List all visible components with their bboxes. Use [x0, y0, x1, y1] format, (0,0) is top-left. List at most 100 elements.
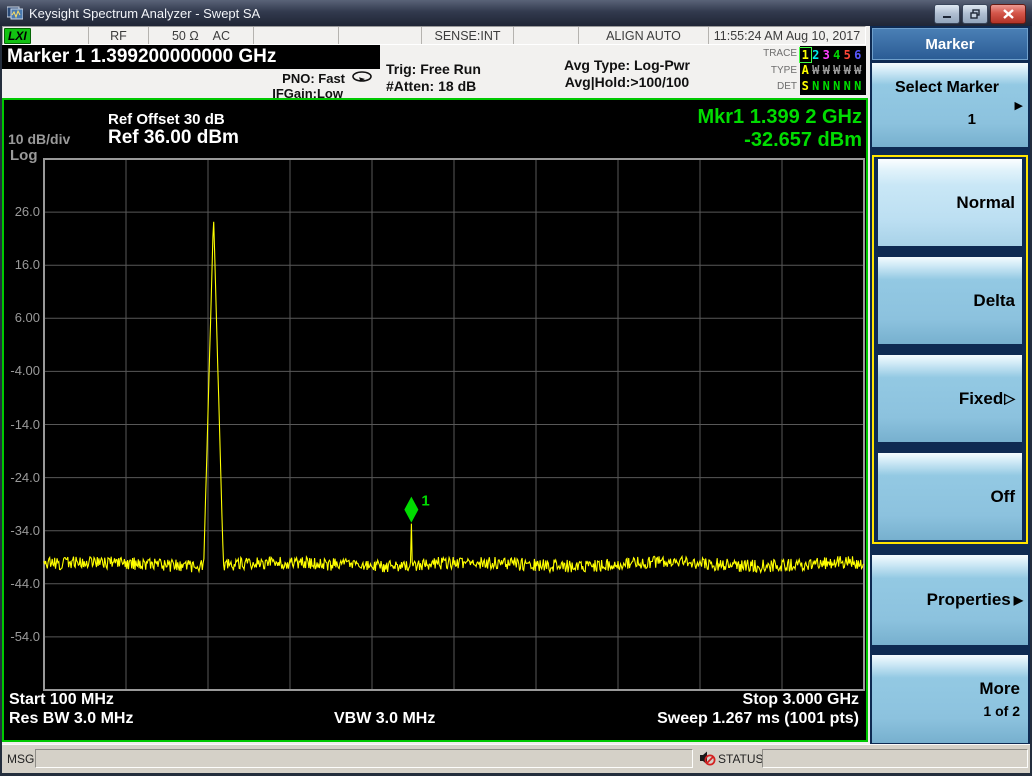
type-row-label: TYPE: [770, 64, 797, 76]
y-axis-tick-label: 26.0: [14, 204, 40, 220]
pno-block: PNO: Fast IFGain:Low: [142, 70, 374, 101]
trace-5-detector: N: [843, 79, 851, 94]
delta-label: Delta: [973, 290, 1015, 310]
sweep-time-annotation: Sweep 1.267 ms (1001 pts): [657, 710, 859, 727]
title-bar: Keysight Spectrum Analyzer - Swept SA: [0, 0, 1032, 26]
select-marker-value: 1: [967, 111, 976, 128]
normal-label: Normal: [956, 192, 1015, 212]
softkey-menu-title: Marker: [872, 28, 1028, 60]
trace-1-detector: S: [801, 79, 809, 94]
trace-6-detector: N: [854, 79, 862, 94]
open-submenu-arrow-icon: ▷: [1004, 390, 1015, 406]
rf-indicator: RF: [89, 27, 149, 44]
off-label: Off: [990, 486, 1015, 506]
status-field: [762, 749, 1028, 768]
spectrum-display: 1 26.0 16.0 6.00 -4.00 -14.0 -24.0 -34.0 -44.0 -…: [2, 98, 868, 742]
marker-mode-normal-button[interactable]: Normal: [878, 159, 1022, 246]
speaker-muted-icon[interactable]: [699, 750, 716, 771]
y-axis-tick-label: -4.00: [10, 363, 40, 379]
lxi-cell: LXI: [3, 27, 89, 44]
trace-3-detector: N: [822, 79, 830, 94]
minimize-button[interactable]: [934, 4, 960, 24]
marker-mode-delta-button[interactable]: Delta: [878, 257, 1022, 344]
pno-label: PNO: Fast: [282, 70, 345, 86]
trace-type-row: A W W W W W: [800, 63, 866, 77]
marker-number-label: 1: [421, 493, 429, 510]
trace-2-type: W: [812, 63, 820, 78]
restore-button[interactable]: [962, 4, 988, 24]
y-axis-tick-label: -44.0: [10, 575, 40, 591]
filled-submenu-arrow-icon: ▶: [1013, 593, 1023, 607]
marker-amplitude-readout: -32.657 dBm: [744, 129, 862, 151]
trace-6-type: W: [854, 63, 862, 78]
empty-cell-3: [514, 27, 579, 44]
y-axis-tick-label: 6.00: [14, 310, 40, 326]
trace-5-type: W: [843, 63, 851, 78]
window-title: Keysight Spectrum Analyzer - Swept SA: [29, 5, 261, 21]
trace-1-type: A: [801, 63, 809, 78]
trace-detector-row: S N N N N N: [800, 79, 866, 93]
empty-cell-2: [339, 27, 422, 44]
align-indicator: ALIGN AUTO: [579, 27, 709, 44]
close-button[interactable]: [990, 4, 1026, 24]
stop-frequency-annotation: Stop 3.000 GHz: [742, 691, 859, 708]
settings-bar: Marker 1 1.399200000000 GHz PNO: Fast IF…: [2, 45, 866, 101]
window-controls: [934, 4, 1026, 24]
trace-1-indicator[interactable]: 1: [799, 46, 812, 63]
trace-number-row: 1 2 3 4 5 6: [799, 46, 866, 63]
fixed-label: Fixed: [958, 388, 1004, 408]
properties-button[interactable]: Properties ▶: [872, 555, 1028, 645]
trace-3-indicator[interactable]: 3: [821, 48, 832, 62]
y-axis-tick-label: -54.0: [10, 628, 40, 644]
softkey-menu: Marker Select Marker ▶ 1 Normal Delta Fi…: [870, 26, 1030, 744]
app-icon: [7, 6, 23, 20]
trace-4-indicator[interactable]: 4: [832, 48, 843, 62]
trigger-setting: Trig: Free Run: [386, 61, 481, 77]
lxi-badge: LXI: [4, 27, 31, 44]
y-axis-tick-label: 16.0: [14, 257, 40, 273]
ref-offset-annotation: Ref Offset 30 dB: [108, 111, 225, 128]
continuous-sweep-icon: [350, 70, 374, 86]
trace-3-type: W: [822, 63, 830, 78]
trace-4-type: W: [833, 63, 841, 78]
log-scale-annotation: Log: [10, 147, 38, 164]
avg-type-setting: Avg Type: Log-Pwr: [564, 57, 690, 73]
scale-annotation: 10 dB/div: [8, 131, 71, 147]
select-marker-label: Select Marker: [894, 79, 1000, 96]
graticule-plot: 1: [43, 158, 865, 691]
active-function-readout: Marker 1 1.399200000000 GHz: [2, 45, 380, 69]
sense-indicator: SENSE:INT: [422, 27, 514, 44]
properties-label: Properties: [926, 590, 1011, 609]
marker-frequency-readout: Mkr1 1.399 2 GHz: [697, 106, 862, 128]
trigger-block: Trig: Free Run #Atten: 18 dB: [386, 61, 481, 95]
marker-result-readout: Mkr1 1.399 2 GHz -32.657 dBm: [697, 106, 862, 152]
y-axis-tick-label: -14.0: [10, 416, 40, 432]
status-label: STATUS: [718, 752, 764, 766]
marker-diamond-icon[interactable]: [404, 496, 419, 523]
y-axis-tick-label: -24.0: [10, 469, 40, 485]
marker-mode-off-button[interactable]: Off: [878, 453, 1022, 540]
datetime-display: 11:55:24 AM Aug 10, 2017: [713, 28, 861, 43]
ref-level-annotation: Ref 36.00 dBm: [108, 127, 239, 148]
more-button[interactable]: More 1 of 2: [872, 655, 1028, 743]
res-bw-annotation: Res BW 3.0 MHz: [9, 710, 134, 727]
attenuation-setting: #Atten: 18 dB: [386, 78, 477, 94]
trace-4-detector: N: [833, 79, 841, 94]
app-window: Keysight Spectrum Analyzer - Swept SA LX…: [0, 0, 1032, 776]
msg-label: MSG: [7, 752, 35, 766]
select-marker-button[interactable]: Select Marker ▶ 1: [872, 63, 1028, 147]
y-axis-tick-label: -34.0: [10, 522, 40, 538]
submenu-arrow-icon: ▶: [1014, 100, 1023, 112]
trace-6-indicator[interactable]: 6: [853, 48, 864, 62]
video-bw-annotation: VBW 3.0 MHz: [334, 710, 436, 727]
trace-5-indicator[interactable]: 5: [842, 48, 853, 62]
trace-2-detector: N: [812, 79, 820, 94]
more-page-indicator: 1 of 2: [983, 703, 1020, 719]
status-strip: LXI RF 50 Ω AC SENSE:INT ALIGN AUTO 11:5…: [2, 26, 866, 45]
impedance-indicator: 50 Ω: [171, 28, 199, 43]
trace-status-table: TRACE TYPE DET 1 2 3 4 5 6 A W W W W W S…: [763, 46, 866, 95]
trace-2-indicator[interactable]: 2: [811, 48, 822, 62]
marker-mode-fixed-button[interactable]: Fixed ▷: [878, 355, 1022, 442]
more-label: More: [979, 679, 1020, 698]
input-coupling-cell: 50 Ω AC: [149, 27, 254, 44]
